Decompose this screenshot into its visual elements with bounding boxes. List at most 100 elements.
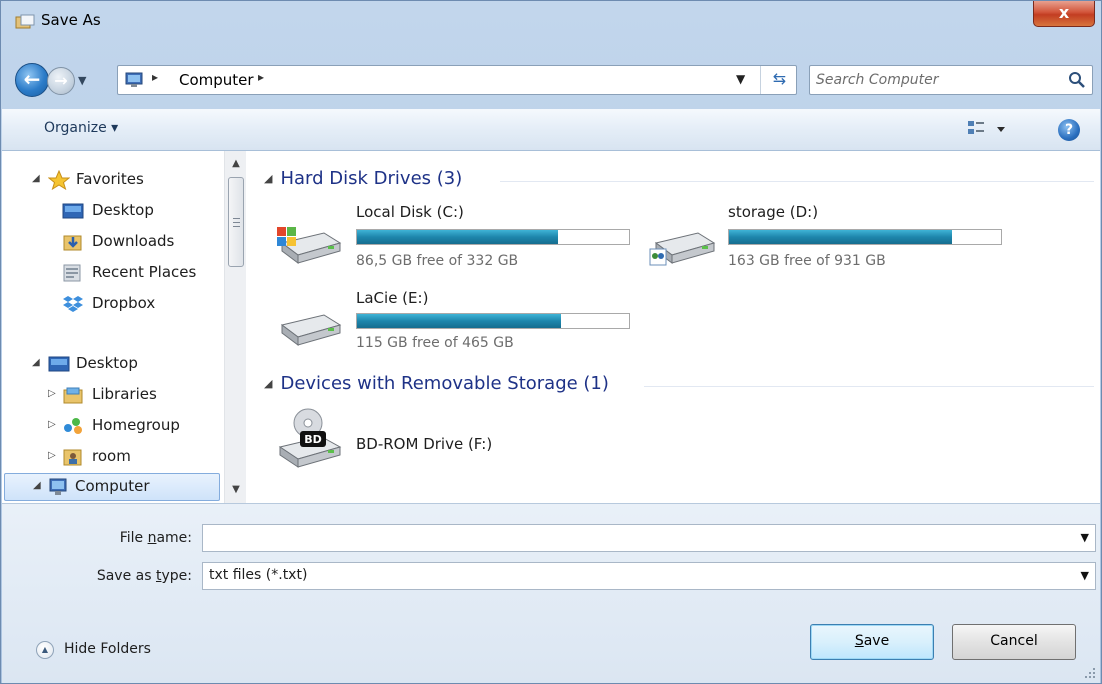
- group-divider: [500, 181, 1094, 182]
- close-button[interactable]: x: [1033, 1, 1095, 27]
- view-options-icon: [968, 121, 1005, 134]
- save-as-icon: [15, 14, 35, 29]
- desktop-icon: [48, 356, 70, 372]
- navigation-pane[interactable]: ◢ Favorites Desktop Downloads Recent Pla…: [2, 151, 248, 503]
- drive-usage-bar: [728, 229, 1002, 245]
- breadcrumb-separator[interactable]: ▸: [152, 70, 158, 84]
- downloads-folder-icon: [63, 235, 82, 251]
- forward-arrow-icon: →: [54, 71, 68, 90]
- collapse-triangle-icon[interactable]: ◢: [33, 480, 41, 491]
- chevron-up-icon: ▲: [36, 641, 54, 659]
- cancel-button[interactable]: Cancel: [952, 624, 1076, 660]
- scroll-thumb[interactable]: [228, 177, 244, 267]
- collapse-triangle-icon[interactable]: ◢: [264, 377, 272, 390]
- save-as-type-label: Save as type:: [96, 568, 192, 584]
- drive-local-disk-c[interactable]: Local Disk (C:) 86,5 GB free of 332 GB: [274, 203, 634, 273]
- change-view-button[interactable]: [964, 117, 1020, 141]
- search-box[interactable]: [809, 65, 1093, 95]
- nav-item-dropbox[interactable]: Dropbox: [2, 291, 222, 319]
- file-name-input[interactable]: ▼: [202, 524, 1096, 552]
- navigation-scrollbar[interactable]: ▲ ▼: [224, 151, 246, 503]
- group-header-removable-storage[interactable]: ◢ Devices with Removable Storage (1): [264, 373, 609, 399]
- scroll-up-button[interactable]: ▲: [225, 155, 247, 173]
- bd-rom-drive-icon: BD: [278, 408, 342, 468]
- content-pane[interactable]: ◢ Hard Disk Drives (3) Local Disk (C:) 8…: [248, 151, 1100, 503]
- drive-usage-bar: [356, 313, 630, 329]
- back-arrow-icon: ←: [23, 67, 41, 91]
- save-as-dialog: Save As x ← → ▼ ▸ Computer ▸ ▼ ⇆ Search …: [0, 0, 1102, 684]
- save-button[interactable]: Save: [810, 624, 934, 660]
- user-folder-icon: [63, 449, 82, 466]
- title-bar[interactable]: Save As x: [1, 1, 1101, 41]
- drive-free-space: 115 GB free of 465 GB: [356, 335, 514, 351]
- chevron-down-icon[interactable]: ▼: [1081, 569, 1089, 582]
- expand-triangle-icon[interactable]: ▷: [48, 450, 56, 461]
- star-icon: [48, 170, 70, 190]
- scroll-down-button[interactable]: ▼: [225, 481, 247, 499]
- group-divider: [644, 386, 1094, 387]
- drive-name: Local Disk (C:): [356, 203, 464, 221]
- save-as-type-select[interactable]: txt files (*.txt) ▼: [202, 562, 1096, 590]
- drive-usage-fill: [357, 230, 559, 244]
- address-dropdown-icon[interactable]: ▼: [736, 72, 745, 86]
- nav-item-recent-places[interactable]: Recent Places: [2, 260, 222, 288]
- drive-usage-bar: [356, 229, 630, 245]
- desktop-icon: [62, 203, 84, 219]
- breadcrumb-computer[interactable]: Computer: [179, 71, 254, 89]
- command-toolbar: Organize ▾ ?: [2, 109, 1100, 151]
- expand-triangle-icon[interactable]: ▷: [48, 388, 56, 399]
- nav-item-libraries[interactable]: ▷ Libraries: [2, 382, 222, 410]
- drive-name: storage (D:): [728, 203, 819, 221]
- main-area: ◢ Favorites Desktop Downloads Recent Pla…: [2, 151, 1100, 503]
- nav-item-favorites[interactable]: ◢ Favorites: [2, 167, 222, 195]
- recent-locations-dropdown[interactable]: ▼: [78, 74, 86, 87]
- search-icon[interactable]: [1068, 71, 1086, 89]
- forward-button[interactable]: →: [47, 67, 75, 95]
- svg-text:BD: BD: [304, 433, 322, 446]
- drive-storage-d[interactable]: storage (D:) 163 GB free of 931 GB: [648, 203, 1008, 273]
- collapse-triangle-icon[interactable]: ◢: [32, 357, 40, 368]
- collapse-triangle-icon[interactable]: ◢: [264, 172, 272, 185]
- recent-places-icon: [63, 264, 81, 282]
- drive-bd-rom-f[interactable]: BD BD-ROM Drive (F:): [274, 407, 594, 477]
- nav-item-desktop[interactable]: Desktop: [2, 198, 222, 226]
- homegroup-icon: [64, 418, 82, 434]
- help-button[interactable]: ?: [1058, 119, 1080, 141]
- drive-name: BD-ROM Drive (F:): [356, 435, 493, 453]
- hard-drive-icon: [280, 314, 342, 346]
- refresh-button[interactable]: ⇆: [760, 66, 798, 94]
- nav-item-room[interactable]: ▷ room: [2, 444, 222, 472]
- back-button[interactable]: ←: [15, 63, 49, 97]
- nav-item-homegroup[interactable]: ▷ Homegroup: [2, 413, 222, 441]
- nav-item-downloads[interactable]: Downloads: [2, 229, 222, 257]
- group-header-hard-disk-drives[interactable]: ◢ Hard Disk Drives (3): [264, 168, 462, 194]
- nav-item-computer[interactable]: ◢ Computer: [4, 473, 220, 501]
- drive-free-space: 163 GB free of 931 GB: [728, 253, 886, 269]
- dropbox-icon: [63, 296, 83, 312]
- system-drive-icon: [277, 227, 342, 264]
- grip-icon: [233, 218, 240, 227]
- collapse-triangle-icon[interactable]: ◢: [32, 173, 40, 184]
- chevron-down-icon[interactable]: ▼: [1081, 531, 1089, 544]
- refresh-icon: ⇆: [772, 69, 787, 88]
- save-form: File name: ▼ Save as type: txt files (*.…: [2, 503, 1100, 683]
- hard-drive-icon: [649, 232, 716, 266]
- drive-usage-fill: [357, 314, 561, 328]
- search-input[interactable]: [816, 69, 1056, 91]
- drive-free-space: 86,5 GB free of 332 GB: [356, 253, 519, 269]
- window-title: Save As: [41, 11, 101, 29]
- libraries-icon: [63, 387, 83, 404]
- address-bar[interactable]: ▸ Computer ▸ ▼ ⇆: [117, 65, 797, 95]
- computer-icon: [125, 72, 143, 87]
- computer-icon: [49, 478, 67, 495]
- expand-triangle-icon[interactable]: ▷: [48, 419, 56, 430]
- organize-menu[interactable]: Organize ▾: [44, 120, 118, 136]
- navigation-bar: ← → ▼ ▸ Computer ▸ ▼ ⇆: [1, 56, 1101, 106]
- drive-lacie-e[interactable]: LaCie (E:) 115 GB free of 465 GB: [274, 285, 634, 355]
- nav-item-desktop-root[interactable]: ◢ Desktop: [2, 351, 222, 379]
- drive-usage-fill: [729, 230, 953, 244]
- drive-name: LaCie (E:): [356, 289, 429, 307]
- resize-grip-icon[interactable]: [1084, 667, 1096, 679]
- breadcrumb-separator[interactable]: ▸: [258, 70, 264, 84]
- file-name-label: File name:: [119, 530, 192, 546]
